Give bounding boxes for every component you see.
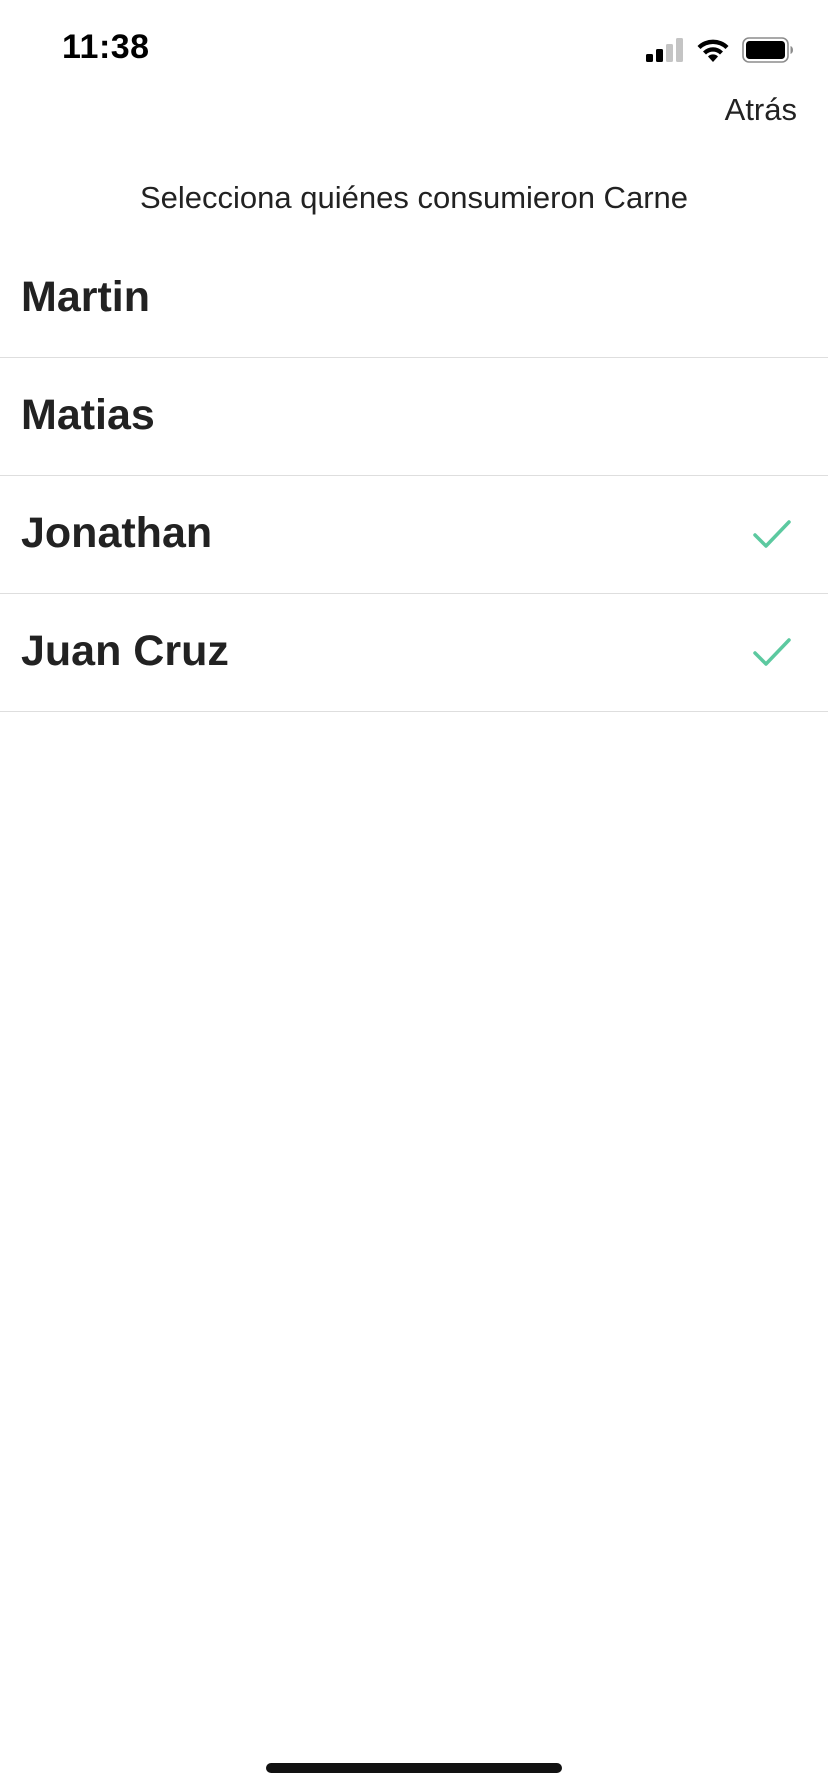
status-bar: 11:38 bbox=[0, 0, 828, 96]
person-row-matias[interactable]: Matias bbox=[0, 358, 828, 476]
person-row-martin[interactable]: Martin bbox=[0, 240, 828, 358]
person-name: Martin bbox=[21, 273, 150, 321]
person-row-juan-cruz[interactable]: Juan Cruz bbox=[0, 594, 828, 712]
people-list: Martin Matias Jonathan Juan Cruz bbox=[0, 240, 828, 712]
status-time: 11:38 bbox=[62, 28, 150, 66]
person-name: Jonathan bbox=[21, 509, 213, 557]
checkmark-icon bbox=[753, 638, 791, 666]
person-row-jonathan[interactable]: Jonathan bbox=[0, 476, 828, 594]
back-button[interactable]: Atrás bbox=[725, 92, 797, 128]
checkmark-icon bbox=[753, 520, 791, 548]
signal-icon bbox=[646, 38, 684, 62]
home-indicator bbox=[266, 1763, 562, 1773]
wifi-icon bbox=[696, 37, 730, 63]
person-name: Juan Cruz bbox=[21, 627, 229, 675]
person-name: Matias bbox=[21, 391, 155, 439]
status-icons bbox=[646, 36, 794, 64]
battery-icon bbox=[742, 37, 794, 63]
page-title: Selecciona quiénes consumieron Carne bbox=[140, 180, 688, 215]
